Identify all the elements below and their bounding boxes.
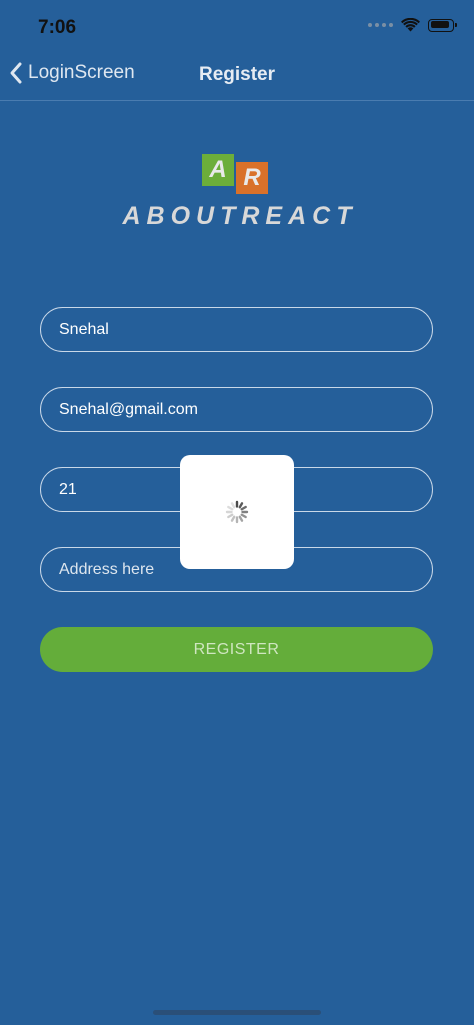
spinner-icon [225, 500, 249, 524]
logo-text: ABOUTREACT [122, 202, 358, 230]
register-button[interactable]: REGISTER [40, 627, 433, 672]
name-input[interactable] [40, 307, 433, 352]
wifi-icon [401, 18, 420, 32]
logo-mark-a: A [202, 154, 234, 186]
logo-mark: A R [202, 152, 268, 194]
status-bar: 7:06 [0, 0, 474, 48]
status-time: 7:06 [38, 17, 77, 38]
app-logo: A R ABOUTREACT [0, 152, 474, 237]
logo-mark-r: R [236, 162, 268, 194]
status-icons [368, 18, 457, 32]
navigation-bar: LoginScreen Register [0, 48, 474, 101]
logo-mark-a-letter: A [209, 156, 227, 183]
page-title: Register [198, 64, 276, 85]
logo-mark-r-letter: R [243, 164, 261, 191]
email-input[interactable] [40, 387, 433, 432]
battery-icon [428, 18, 457, 32]
cellular-signal-icon [368, 23, 393, 27]
loading-overlay [180, 455, 294, 569]
home-indicator[interactable] [153, 1010, 321, 1015]
